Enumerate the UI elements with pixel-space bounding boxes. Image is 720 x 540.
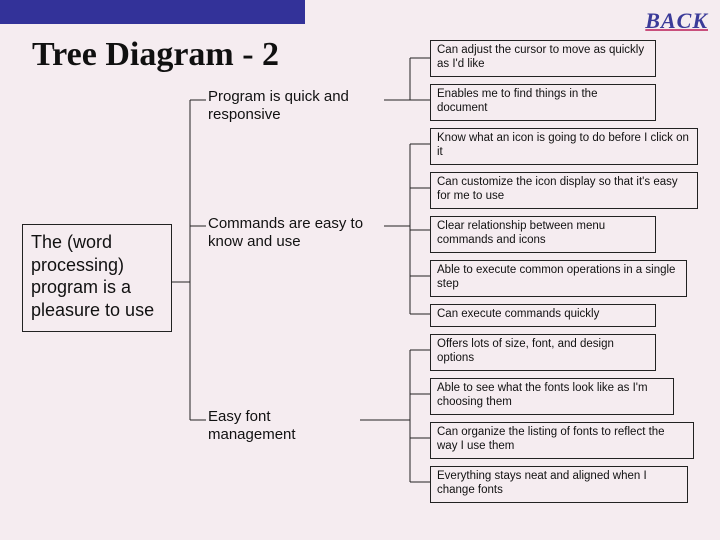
leaf-execute-fast: Can execute commands quickly	[430, 304, 656, 327]
leaf-stay-aligned: Everything stays neat and aligned when I…	[430, 466, 688, 503]
leaf-font-listing: Can organize the listing of fonts to ref…	[430, 422, 694, 459]
mid-node-responsive: Program is quick and responsive	[208, 88, 388, 124]
top-color-bar	[0, 0, 305, 24]
mid-node-commands: Commands are easy to know and use	[208, 215, 388, 251]
mid-node-fonts: Easy font management	[208, 408, 358, 444]
back-button[interactable]: BACK	[645, 8, 708, 34]
leaf-customize-icons: Can customize the icon display so that i…	[430, 172, 698, 209]
leaf-font-options: Offers lots of size, font, and design op…	[430, 334, 656, 371]
leaf-menu-icon-rel: Clear relationship between menu commands…	[430, 216, 656, 253]
leaf-cursor-speed: Can adjust the cursor to move as quickly…	[430, 40, 656, 77]
leaf-single-step: Able to execute common operations in a s…	[430, 260, 687, 297]
leaf-find-document: Enables me to find things in the documen…	[430, 84, 656, 121]
page-title: Tree Diagram - 2	[32, 36, 279, 74]
leaf-know-icon: Know what an icon is going to do before …	[430, 128, 698, 165]
tree-root-node: The (word processing) program is a pleas…	[22, 224, 172, 332]
leaf-font-preview: Able to see what the fonts look like as …	[430, 378, 674, 415]
